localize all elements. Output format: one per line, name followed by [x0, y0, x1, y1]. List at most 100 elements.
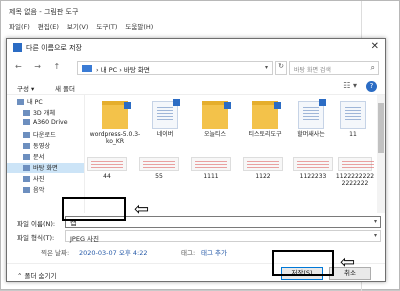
- file-item[interactable]: 1122: [237, 157, 289, 180]
- shortcut-badge-icon: [224, 102, 231, 109]
- image-thumbnail: [139, 157, 179, 171]
- file-item[interactable]: wordpress-5.0.3-ko_KR: [89, 101, 141, 145]
- save-as-dialog: 다른 이름으로 저장 ✕ ← → ↑ › 내 PC › 바탕 화면 ▾ ↻ 바탕…: [6, 38, 386, 282]
- chevron-down-icon[interactable]: ▾: [265, 64, 268, 71]
- organize-button[interactable]: 구성 ▾: [17, 83, 34, 93]
- save-highlight-box: [272, 250, 334, 276]
- folder-icon: [82, 65, 92, 72]
- dialog-titlebar: 다른 이름으로 저장 ✕: [7, 39, 385, 57]
- file-name: wordpress-5.0.3-ko_KR: [89, 131, 141, 146]
- file-grid: wordpress-5.0.3-ko_KR 네이버 오늘티스 티스토리도구 할머…: [87, 95, 375, 213]
- close-icon[interactable]: ✕: [371, 41, 379, 52]
- file-name: 1122: [255, 173, 271, 180]
- file-name: 1122233: [299, 173, 327, 180]
- address-bar[interactable]: › 내 PC › 바탕 화면 ▾: [77, 61, 273, 75]
- document-icon: [340, 101, 366, 129]
- sidebar-item-pictures[interactable]: 사진: [23, 174, 44, 184]
- file-item[interactable]: 11: [327, 101, 375, 138]
- image-thumbnail: [191, 157, 231, 171]
- filename-label: 파일 이름(N):: [17, 220, 56, 228]
- search-placeholder: 바탕 화면 검색: [294, 67, 331, 74]
- file-name: 11222222222222222: [335, 173, 375, 188]
- file-name: 네이버: [156, 131, 174, 138]
- menu-file[interactable]: 파일(F): [9, 21, 30, 31]
- menu-tools[interactable]: 도구(T): [96, 21, 117, 31]
- file-item[interactable]: 55: [133, 157, 185, 180]
- computer-icon: [17, 99, 24, 105]
- filetype-label: 파일 형식(T):: [17, 234, 55, 242]
- shortcut-badge-icon: [319, 99, 326, 106]
- left-arrow-icon: ⇦: [340, 252, 356, 273]
- sidebar-item-downloads[interactable]: 다운로드: [23, 130, 56, 140]
- dialog-title: 다른 이름으로 저장: [26, 44, 82, 52]
- address-path: › 내 PC › 바탕 화면: [96, 66, 150, 74]
- video-icon: [23, 143, 30, 149]
- navigation-bar: ← → ↑ › 내 PC › 바탕 화면 ▾ ↻ 바탕 화면 검색 ⌕: [7, 57, 385, 79]
- file-item[interactable]: 1122233: [287, 157, 339, 180]
- file-name: 티스토리도구: [248, 131, 282, 138]
- filename-highlight-box: [62, 197, 126, 221]
- menu-edit[interactable]: 편집(E): [38, 21, 59, 31]
- picture-icon: [23, 176, 30, 182]
- view-options-icon[interactable]: ☷ ▾: [343, 81, 357, 90]
- vertical-scrollbar[interactable]: [377, 95, 385, 213]
- nav-arrows-icon[interactable]: ← → ↑: [15, 62, 65, 71]
- background-menubar: 파일(F) 편집(E) 보기(V) 도구(T) 도움말(H): [9, 21, 153, 31]
- hide-folders-button[interactable]: ⌃ 폴더 숨기기: [17, 270, 56, 280]
- menu-help[interactable]: 도움말(H): [125, 21, 153, 31]
- file-item[interactable]: 티스토리도구: [239, 101, 291, 138]
- chevron-down-icon[interactable]: ▾: [374, 218, 377, 225]
- folder-icon: [252, 101, 281, 129]
- date-value[interactable]: 2020-03-07 오후 4:22: [79, 247, 147, 257]
- download-icon: [23, 132, 30, 138]
- search-icon: ⌕: [370, 63, 375, 72]
- sidebar-item-3d-objects[interactable]: 3D 개체: [23, 108, 55, 118]
- file-item[interactable]: 네이버: [139, 99, 191, 138]
- sidebar-item-this-pc[interactable]: 내 PC: [17, 97, 43, 107]
- scrollbar-thumb[interactable]: [378, 103, 384, 153]
- menu-view[interactable]: 보기(V): [67, 21, 88, 31]
- shortcut-badge-icon: [173, 99, 180, 106]
- dialog-toolbar: 구성 ▾ 새 폴더 ☷ ▾ ?: [7, 79, 385, 95]
- document-icon: [23, 154, 30, 160]
- file-item[interactable]: 오늘티스: [189, 101, 241, 138]
- sidebar-item-a360-drive[interactable]: A360 Drive: [23, 119, 68, 129]
- search-input[interactable]: 바탕 화면 검색 ⌕: [289, 61, 379, 75]
- background-window-title: 제목 없음 - 그림판 도구: [9, 8, 79, 16]
- sidebar-item-desktop[interactable]: 바탕 화면: [7, 163, 84, 173]
- music-icon: [23, 187, 30, 193]
- chevron-down-icon[interactable]: ▾: [374, 232, 377, 239]
- desktop-icon: [23, 165, 30, 171]
- date-label: 찍은 날짜:: [41, 249, 70, 257]
- filetype-value: JPEG 사진: [70, 235, 100, 243]
- navigation-pane: 내 PC 3D 개체 A360 Drive 다운로드 동영상 문서 바탕 화면 …: [7, 95, 85, 213]
- left-arrow-icon: ⇦: [134, 199, 150, 220]
- sidebar-item-music[interactable]: 음악: [23, 185, 44, 195]
- help-icon[interactable]: ?: [366, 81, 377, 92]
- new-folder-button[interactable]: 새 폴더: [55, 83, 75, 93]
- file-item[interactable]: 1111: [185, 157, 237, 180]
- sidebar-item-documents[interactable]: 문서: [23, 152, 44, 162]
- image-thumbnail: [338, 157, 374, 171]
- paint-app-icon: [13, 43, 22, 52]
- sidebar-item-videos[interactable]: 동영상: [23, 141, 50, 151]
- image-file-icon: [298, 99, 326, 129]
- file-name: 1111: [203, 173, 219, 180]
- file-name: 오늘티스: [203, 131, 227, 138]
- document-icon: [152, 99, 180, 129]
- file-name: 55: [155, 173, 163, 180]
- image-thumbnail: [293, 157, 333, 171]
- filetype-select[interactable]: JPEG 사진 ▾: [65, 230, 381, 243]
- cube-icon: [23, 110, 30, 116]
- file-item[interactable]: 44: [87, 157, 133, 180]
- tags-value[interactable]: 태그 추가: [201, 247, 227, 257]
- shortcut-badge-icon: [124, 102, 131, 109]
- shortcut-badge-icon: [274, 102, 281, 109]
- image-thumbnail: [87, 157, 127, 171]
- drive-icon: [23, 119, 30, 125]
- file-item[interactable]: 11222222222222222: [335, 157, 375, 187]
- file-name: 11: [349, 131, 357, 138]
- refresh-icon[interactable]: ↻: [275, 61, 287, 75]
- folder-icon: [202, 101, 231, 129]
- file-name: 44: [103, 173, 111, 180]
